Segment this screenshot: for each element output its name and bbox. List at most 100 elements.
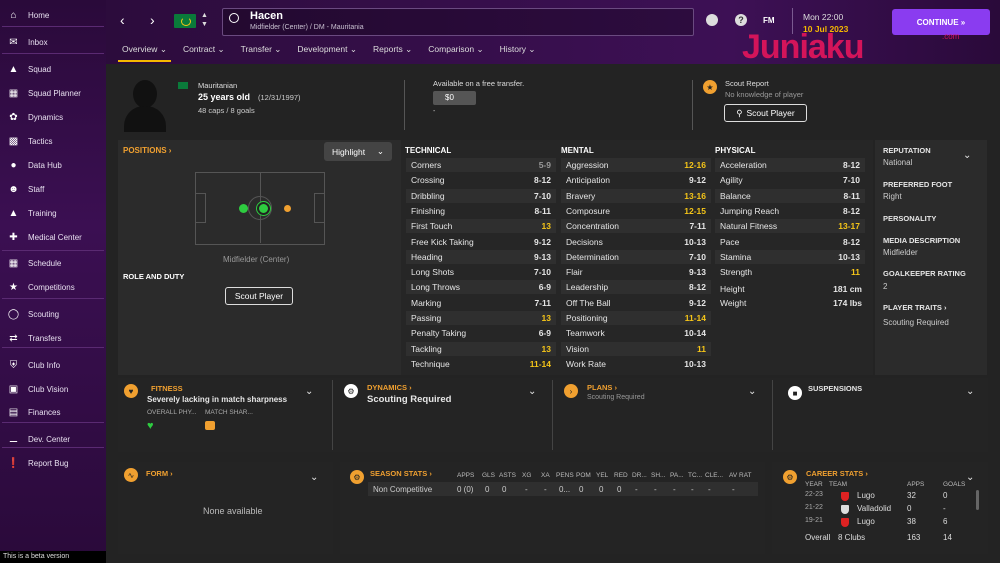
continue-button[interactable]: CONTINUE »	[892, 9, 990, 35]
tab-comparison[interactable]: Comparison ⌄	[428, 44, 483, 64]
scout-player-button[interactable]: ⚲ Scout Player	[724, 104, 807, 122]
flag-toggle-icon[interactable]: ▲ ▼	[201, 11, 208, 29]
attribute-row-corners[interactable]: Corners 5-9	[406, 158, 556, 172]
tab-development[interactable]: Development ⌄	[297, 44, 357, 64]
tab-transfer[interactable]: Transfer ⌄	[241, 44, 282, 64]
sidebar-item-transfers[interactable]: ⇄ Transfers	[0, 327, 106, 349]
attribute-row-natural-fitness[interactable]: Natural Fitness 13-17	[715, 219, 865, 234]
chevron-down-icon[interactable]: ⌄	[310, 472, 318, 483]
attribute-row-decisions[interactable]: Decisions 10-13	[561, 235, 711, 249]
attribute-row-teamwork[interactable]: Teamwork 10-14	[561, 326, 711, 340]
attribute-row-dribbling[interactable]: Dribbling 7-10	[406, 188, 556, 203]
tab-contract[interactable]: Contract ⌄	[183, 44, 225, 64]
sidebar-item-finances[interactable]: ▤ Finances	[0, 401, 106, 423]
sidebar-item-squad[interactable]: ▲ Squad	[0, 58, 106, 80]
star-icon: ★	[703, 80, 717, 94]
season-stat-value: 0 (0)	[457, 485, 474, 494]
sidebar-item-squad-planner[interactable]: ▦ Squad Planner	[0, 82, 106, 104]
attribute-row-passing[interactable]: Passing 13	[406, 311, 556, 325]
career-overall: Overall	[805, 533, 831, 542]
attribute-row-technique[interactable]: Technique 11-14	[406, 357, 556, 371]
career-team[interactable]: Lugo	[857, 491, 875, 500]
attribute-row-bravery[interactable]: Bravery 13-16	[561, 188, 711, 203]
help-icon[interactable]: ?	[735, 14, 747, 26]
attribute-row-free-kick-taking[interactable]: Free Kick Taking 9-12	[406, 235, 556, 249]
positions-title[interactable]: POSITIONS ›	[123, 146, 171, 155]
attribute-row-positioning[interactable]: Positioning 11-14	[561, 311, 711, 325]
sidebar-item-training[interactable]: ▲ Training	[0, 202, 106, 224]
sidebar-item-medical-center[interactable]: ✚ Medical Center	[0, 226, 106, 248]
chevron-down-icon[interactable]: ⌄	[528, 386, 536, 397]
attribute-row-marking[interactable]: Marking 7-11	[406, 296, 556, 310]
tab-overview[interactable]: Overview ⌄	[118, 44, 171, 64]
attribute-row-crossing[interactable]: Crossing 8-12	[406, 173, 556, 187]
attribute-row-aggression[interactable]: Aggression 12-16	[561, 158, 711, 172]
sidebar-item-inbox[interactable]: ✉ Inbox	[0, 31, 106, 53]
heart-icon: ♥	[124, 384, 138, 398]
career-team[interactable]: Valladolid	[857, 504, 891, 513]
fm-logo[interactable]: FM	[763, 16, 775, 25]
scout-player-button-2[interactable]: Scout Player	[225, 287, 293, 305]
club-crest-icon	[841, 505, 849, 514]
season-stat-value: -	[544, 485, 547, 494]
season-stats-title[interactable]: SEASON STATS ›	[370, 469, 432, 478]
form-title[interactable]: FORM ›	[146, 469, 173, 478]
attribute-row-penalty-taking[interactable]: Penalty Taking 6-9	[406, 326, 556, 340]
sidebar-item-dynamics[interactable]: ✿ Dynamics	[0, 106, 106, 128]
attribute-row-long-throws[interactable]: Long Throws 6-9	[406, 280, 556, 295]
highlight-dropdown[interactable]: Highlight ⌄	[324, 142, 392, 161]
attribute-row-concentration[interactable]: Concentration 7-11	[561, 219, 711, 234]
sidebar-item-report-bug[interactable]: ❗ Report Bug	[0, 452, 106, 474]
asking-price[interactable]: $0	[433, 91, 476, 105]
attribute-row-off-the-ball[interactable]: Off The Ball 9-12	[561, 296, 711, 310]
sidebar-item-tactics[interactable]: ▩ Tactics	[0, 130, 106, 152]
sidebar-item-scouting[interactable]: ◯ Scouting	[0, 303, 106, 325]
bug-icon: ❗	[7, 457, 20, 469]
sidebar-item-staff[interactable]: ☻ Staff	[0, 178, 106, 200]
attribute-row-finishing[interactable]: Finishing 8-11	[406, 204, 556, 218]
attribute-row-heading[interactable]: Heading 9-13	[406, 249, 556, 264]
scrollbar[interactable]	[976, 490, 979, 510]
attribute-row-vision[interactable]: Vision 11	[561, 341, 711, 356]
sidebar-item-competitions[interactable]: ★ Competitions	[0, 276, 106, 298]
attribute-row-work-rate[interactable]: Work Rate 10-13	[561, 357, 711, 371]
weight-row: Weight 174 lbs	[720, 298, 862, 308]
search-bar[interactable]	[222, 8, 694, 36]
attribute-row-balance[interactable]: Balance 8-11	[715, 188, 865, 203]
sidebar-item-club-vision[interactable]: ▣ Club Vision	[0, 378, 106, 400]
attribute-row-tackling[interactable]: Tackling 13	[406, 341, 556, 356]
chevron-down-icon[interactable]: ⌄	[966, 386, 974, 397]
sidebar-item-club-info[interactable]: ⛨ Club Info	[0, 354, 106, 376]
career-stats-title[interactable]: CAREER STATS ›	[806, 469, 868, 478]
career-team[interactable]: Lugo	[857, 517, 875, 526]
attribute-row-composure[interactable]: Composure 12-15	[561, 204, 711, 218]
chevron-down-icon[interactable]: ⌄	[963, 150, 971, 161]
player-traits-title[interactable]: PLAYER TRAITS ›	[883, 303, 947, 312]
back-button[interactable]: ‹	[120, 12, 125, 28]
attribute-row-long-shots[interactable]: Long Shots 7-10	[406, 265, 556, 279]
plans-title[interactable]: PLANS ›	[587, 383, 617, 392]
sidebar-item-data-hub[interactable]: ● Data Hub	[0, 154, 106, 176]
chevron-down-icon[interactable]: ⌄	[966, 472, 974, 483]
dynamics-icon: ⚙	[344, 384, 358, 398]
sidebar-item-home[interactable]: ⌂ Home	[0, 4, 106, 26]
dynamics-title[interactable]: DYNAMICS ›	[367, 383, 412, 392]
chevron-down-icon[interactable]: ⌄	[748, 386, 756, 397]
attribute-row-jumping-reach[interactable]: Jumping Reach 8-12	[715, 204, 865, 218]
forward-button[interactable]: ›	[150, 12, 155, 28]
sidebar-item-schedule[interactable]: ▦ Schedule	[0, 252, 106, 274]
tab-history[interactable]: History ⌄	[500, 44, 536, 64]
attribute-row-leadership[interactable]: Leadership 8-12	[561, 280, 711, 295]
attribute-row-acceleration[interactable]: Acceleration 8-12	[715, 158, 865, 172]
attribute-row-first-touch[interactable]: First Touch 13	[406, 219, 556, 234]
tab-reports[interactable]: Reports ⌄	[373, 44, 412, 64]
attribute-row-flair[interactable]: Flair 9-13	[561, 265, 711, 279]
attribute-row-agility[interactable]: Agility 7-10	[715, 173, 865, 187]
chevron-down-icon[interactable]: ⌄	[305, 386, 313, 397]
ball-icon[interactable]	[706, 14, 718, 26]
attribute-row-strength[interactable]: Strength 11	[715, 265, 865, 279]
attribute-row-determination[interactable]: Determination 7-10	[561, 249, 711, 264]
attribute-row-anticipation[interactable]: Anticipation 9-12	[561, 173, 711, 187]
attribute-row-pace[interactable]: Pace 8-12	[715, 235, 865, 249]
attribute-row-stamina[interactable]: Stamina 10-13	[715, 249, 865, 264]
